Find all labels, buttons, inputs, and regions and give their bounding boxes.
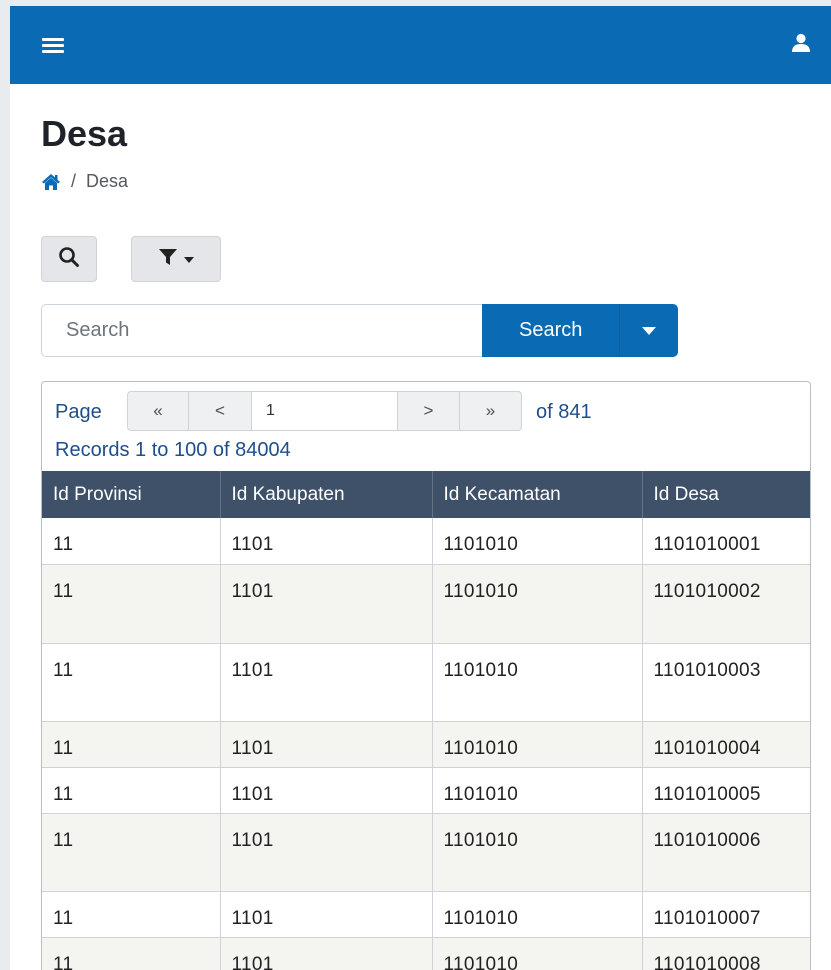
column-header[interactable]: Id Provinsi	[42, 471, 221, 518]
data-table: Id Provinsi Id Kabupaten Id Kecamatan Id…	[42, 471, 810, 970]
table-cell: 1101010	[432, 643, 643, 722]
table-cell: 1101	[220, 721, 433, 768]
table-cell: 11	[42, 813, 221, 892]
table-cell: 11	[42, 721, 221, 768]
hamburger-menu-icon[interactable]	[42, 38, 64, 53]
pager-label: Page	[55, 401, 102, 423]
search-input[interactable]	[41, 304, 483, 357]
table-cell: 1101010007	[642, 891, 810, 938]
table-header-row: Id Provinsi Id Kabupaten Id Kecamatan Id…	[42, 471, 810, 518]
next-page-button[interactable]: >	[397, 391, 460, 431]
user-icon[interactable]	[791, 33, 811, 53]
page-title: Desa	[41, 113, 128, 154]
search-bar: Search	[41, 304, 678, 357]
breadcrumb-current: Desa	[86, 171, 129, 191]
table-row[interactable]: 11 1101 1101010 1101010001	[42, 518, 810, 565]
home-icon[interactable]	[41, 173, 61, 191]
table-cell: 1101010006	[642, 813, 810, 892]
search-button[interactable]: Search	[482, 304, 620, 357]
table-row[interactable]: 11 1101 1101010 1101010005	[42, 767, 810, 814]
table-cell: 1101	[220, 564, 433, 644]
table-cell: 1101	[220, 767, 433, 814]
table-cell: 1101010	[432, 813, 643, 892]
last-page-button[interactable]: »	[459, 391, 522, 431]
table-row[interactable]: 11 1101 1101010 1101010007	[42, 891, 810, 938]
caret-down-icon	[642, 326, 657, 335]
records-summary: Records 1 to 100 of 84004	[55, 439, 291, 461]
table-cell: 11	[42, 937, 221, 970]
column-header[interactable]: Id Desa	[642, 471, 810, 518]
table-cell: 1101010004	[642, 721, 810, 768]
search-toggle-button[interactable]	[41, 236, 97, 282]
breadcrumb-separator: /	[71, 171, 77, 191]
table-cell: 11	[42, 518, 221, 565]
table-cell: 1101010	[432, 891, 643, 938]
breadcrumb: / Desa	[41, 171, 128, 192]
table-cell: 1101010	[432, 564, 643, 644]
table-cell: 11	[42, 564, 221, 644]
table-row[interactable]: 11 1101 1101010 1101010006	[42, 813, 810, 892]
column-header[interactable]: Id Kecamatan	[432, 471, 643, 518]
table-cell: 1101010003	[642, 643, 810, 722]
table-cell: 11	[42, 767, 221, 814]
filter-dropdown-button[interactable]	[131, 236, 221, 282]
table-cell: 1101	[220, 937, 433, 970]
table-cell: 1101010002	[642, 564, 810, 644]
page-count: of 841	[536, 401, 592, 423]
column-header[interactable]: Id Kabupaten	[220, 471, 433, 518]
search-icon	[58, 246, 80, 273]
search-options-dropdown[interactable]	[619, 304, 678, 357]
table-cell: 1101	[220, 813, 433, 892]
first-page-button[interactable]: «	[127, 391, 189, 431]
filter-icon	[158, 247, 178, 272]
table-cell: 1101	[220, 891, 433, 938]
caret-down-icon	[184, 250, 194, 268]
app-window: Desa / Desa Search Search Page « < 1 > »…	[10, 6, 831, 970]
table-row[interactable]: 11 1101 1101010 1101010003	[42, 643, 810, 722]
table-row[interactable]: 11 1101 1101010 1101010004	[42, 721, 810, 768]
table-cell: 1101010008	[642, 937, 810, 970]
table-cell: 1101010	[432, 767, 643, 814]
table-cell: 1101	[220, 643, 433, 722]
table-row[interactable]: 11 1101 1101010 1101010008	[42, 937, 810, 970]
table-cell: 1101010	[432, 721, 643, 768]
table-cell: 11	[42, 891, 221, 938]
pagination: Page « < > » of 841 Records 1 to 100 of …	[42, 382, 810, 471]
page-number-input[interactable]	[251, 391, 398, 431]
table-row[interactable]: 11 1101 1101010 1101010002	[42, 564, 810, 644]
table-cell: 1101010	[432, 937, 643, 970]
prev-page-button[interactable]: <	[188, 391, 252, 431]
table-cell: 1101010005	[642, 767, 810, 814]
data-table-card: Page « < > » of 841 Records 1 to 100 of …	[41, 381, 811, 970]
table-cell: 1101010	[432, 518, 643, 565]
table-cell: 11	[42, 643, 221, 722]
top-navbar	[10, 6, 831, 84]
table-cell: 1101010001	[642, 518, 810, 565]
table-cell: 1101	[220, 518, 433, 565]
